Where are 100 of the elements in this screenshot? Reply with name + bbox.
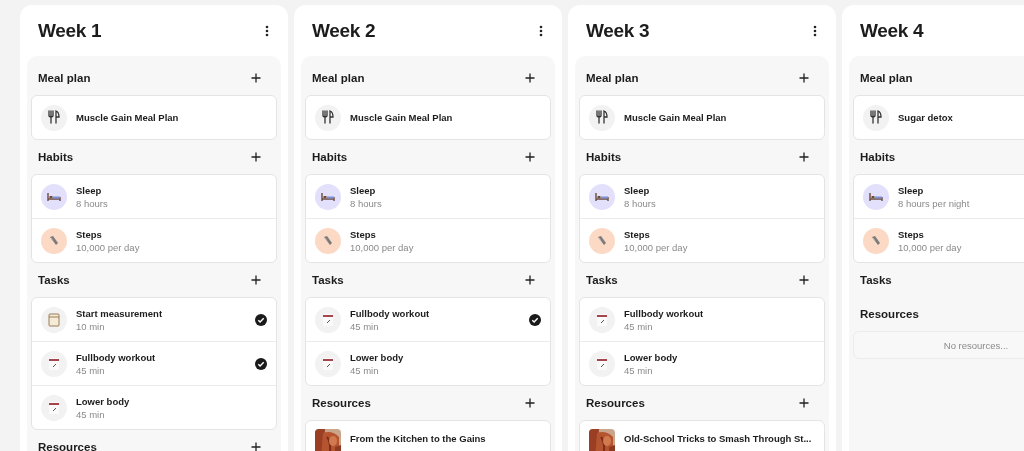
- task-row[interactable]: Lower body 45 min: [32, 385, 276, 429]
- calendar-icon: [41, 350, 67, 377]
- plus-icon[interactable]: [525, 152, 535, 162]
- section-title: Meal plan: [38, 72, 91, 84]
- check-icon[interactable]: [255, 313, 267, 326]
- item-subtitle: 10 min: [76, 320, 106, 332]
- item-title: Sugar detox: [898, 112, 954, 123]
- section-title: Resources: [860, 308, 919, 320]
- item-title: Lower body: [624, 351, 679, 363]
- section-title: Resources: [38, 441, 97, 451]
- section-title: Habits: [312, 151, 348, 163]
- item-title: Muscle Gain Meal Plan: [350, 112, 454, 123]
- item-title: Lower body: [76, 395, 131, 407]
- item-title: Fullbody workout: [350, 307, 431, 319]
- habit-row[interactable]: Steps 10,000 per day: [854, 218, 1024, 262]
- task-row[interactable]: Start measurement 10 min: [32, 298, 276, 341]
- task-row[interactable]: Fullbody workout 45 min: [306, 298, 550, 341]
- week-title: Week 2: [312, 19, 376, 42]
- resource-row[interactable]: From the Kitchen to the Gains: [306, 421, 550, 451]
- habit-row[interactable]: Sleep 8 hours: [580, 175, 824, 218]
- section-title: Resources: [312, 397, 371, 409]
- bed-icon: [863, 183, 889, 210]
- resource-row[interactable]: Old-School Tricks to Smash Through St...: [580, 421, 824, 451]
- task-row[interactable]: Fullbody workout 45 min: [32, 341, 276, 385]
- habit-row[interactable]: Sleep 8 hours: [32, 175, 276, 218]
- item-subtitle: 8 hours per night: [898, 197, 971, 209]
- clipboard-icon: [41, 306, 67, 333]
- item-title: Sleep: [350, 184, 377, 196]
- week-title: Week 3: [586, 19, 650, 42]
- check-icon[interactable]: [255, 357, 267, 370]
- task-row[interactable]: Lower body 45 min: [306, 341, 550, 385]
- item-subtitle: 45 min: [76, 364, 106, 376]
- section-title: Habits: [38, 151, 74, 163]
- section-title: Tasks: [312, 274, 344, 286]
- fork-knife-icon: [41, 104, 67, 131]
- shoe-icon: [315, 227, 341, 254]
- item-subtitle: 45 min: [76, 408, 106, 420]
- check-icon[interactable]: [529, 313, 541, 326]
- item-title: Sleep: [898, 184, 925, 196]
- meal-plan-row[interactable]: Sugar detox: [854, 96, 1024, 139]
- fork-knife-icon: [863, 104, 889, 131]
- meal-plan-row[interactable]: Muscle Gain Meal Plan: [580, 96, 824, 139]
- section-title: Tasks: [586, 274, 618, 286]
- item-title: Sleep: [624, 184, 651, 196]
- habit-row[interactable]: Sleep 8 hours: [306, 175, 550, 218]
- item-title: Fullbody workout: [76, 351, 157, 363]
- section-title: Tasks: [38, 274, 70, 286]
- plus-icon[interactable]: [799, 73, 809, 83]
- plus-icon[interactable]: [525, 73, 535, 83]
- meal-plan-row[interactable]: Muscle Gain Meal Plan: [32, 96, 276, 139]
- habit-row[interactable]: Steps 10,000 per day: [32, 218, 276, 262]
- item-title: Old-School Tricks to Smash Through St...: [624, 433, 813, 444]
- item-title: Sleep: [76, 184, 103, 196]
- shoe-icon: [589, 227, 615, 254]
- plus-icon[interactable]: [525, 275, 535, 285]
- calendar-icon: [315, 306, 341, 333]
- item-title: Muscle Gain Meal Plan: [76, 112, 180, 123]
- more-icon[interactable]: [265, 24, 269, 37]
- item-title: Steps: [624, 228, 651, 240]
- item-subtitle: 45 min: [624, 364, 654, 376]
- plus-icon[interactable]: [799, 152, 809, 162]
- bed-icon: [589, 183, 615, 210]
- plus-icon[interactable]: [251, 442, 261, 451]
- habit-row[interactable]: Steps 10,000 per day: [306, 218, 550, 262]
- calendar-icon: [315, 350, 341, 377]
- item-subtitle: 8 hours: [350, 197, 383, 209]
- item-subtitle: 10,000 per day: [624, 241, 689, 253]
- task-row[interactable]: Lower body 45 min: [580, 341, 824, 385]
- calendar-icon: [41, 394, 67, 421]
- item-title: From the Kitchen to the Gains: [350, 433, 487, 444]
- item-title: Fullbody workout: [624, 307, 705, 319]
- habit-row[interactable]: Steps 10,000 per day: [580, 218, 824, 262]
- plus-icon[interactable]: [799, 398, 809, 408]
- section-title: Meal plan: [586, 72, 639, 84]
- more-icon[interactable]: [813, 24, 817, 37]
- item-title: Steps: [76, 228, 103, 240]
- calendar-icon: [589, 350, 615, 377]
- task-row[interactable]: Fullbody workout 45 min: [580, 298, 824, 341]
- shoe-icon: [863, 227, 889, 254]
- item-subtitle: 45 min: [350, 364, 380, 376]
- item-subtitle: 8 hours: [624, 197, 657, 209]
- item-title: Muscle Gain Meal Plan: [624, 112, 728, 123]
- habit-row[interactable]: Sleep 8 hours per night: [854, 175, 1024, 218]
- section-title: Meal plan: [860, 72, 913, 84]
- item-title: Steps: [350, 228, 377, 240]
- item-subtitle: 45 min: [624, 320, 654, 332]
- item-title: Start measurement: [76, 307, 164, 319]
- plus-icon[interactable]: [251, 152, 261, 162]
- section-title: Habits: [860, 151, 896, 163]
- section-title: Habits: [586, 151, 622, 163]
- meal-plan-row[interactable]: Muscle Gain Meal Plan: [306, 96, 550, 139]
- item-subtitle: 10,000 per day: [76, 241, 141, 253]
- section-title: Tasks: [860, 274, 892, 286]
- shoe-icon: [41, 227, 67, 254]
- plus-icon[interactable]: [251, 73, 261, 83]
- plus-icon[interactable]: [251, 275, 261, 285]
- plus-icon[interactable]: [799, 275, 809, 285]
- more-icon[interactable]: [539, 24, 543, 37]
- plus-icon[interactable]: [525, 398, 535, 408]
- fork-knife-icon: [315, 104, 341, 131]
